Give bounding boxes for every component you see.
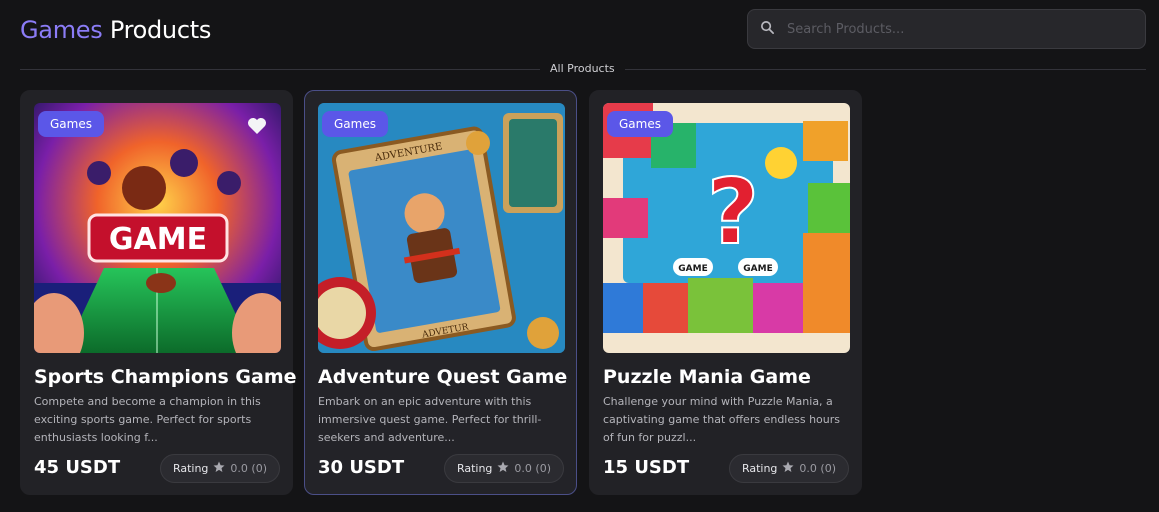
rating-label: Rating [172, 462, 209, 475]
question-mark: ? [707, 160, 759, 265]
section-label: All Products [540, 62, 625, 75]
search-input[interactable] [787, 21, 1107, 37]
star-icon [213, 461, 225, 476]
product-title[interactable]: Sports Champions Game [34, 366, 297, 388]
product-price: 45 USDT [34, 457, 121, 478]
product-title[interactable]: Puzzle Mania Game [603, 366, 811, 388]
star-icon [782, 461, 794, 476]
puzzle-label-left: GAME [678, 264, 707, 274]
product-card[interactable]: GAME Games Sports Champions Game Compete… [20, 90, 297, 495]
product-description: Compete and become a champion in this ex… [34, 395, 261, 444]
category-badge: Games [607, 111, 673, 137]
category-badge: Games [38, 111, 104, 137]
page-title-accent: Games [20, 16, 103, 44]
category-badge: Games [322, 111, 388, 137]
sports-game-art: GAME [34, 103, 281, 353]
star-icon [497, 461, 509, 476]
page-title-rest: Products [109, 16, 212, 44]
search-icon [760, 20, 775, 39]
favorite-heart-icon[interactable] [247, 117, 267, 135]
rating-pill: Rating 0.0 (0) [443, 454, 564, 483]
game-logo-text: GAME [109, 222, 207, 257]
rating-label: Rating [741, 462, 778, 475]
rating-value: 0.0 (0) [230, 462, 267, 475]
rating-pill: Rating 0.0 (0) [728, 454, 849, 483]
adventure-card-art: ADVENTURE ADVETUR [318, 103, 565, 353]
page-title: Games Products [20, 16, 211, 44]
product-price: 15 USDT [603, 457, 690, 478]
search-box[interactable] [747, 9, 1146, 49]
puzzle-art: ? GAME GAME [603, 103, 850, 353]
product-card[interactable]: ? GAME GAME Games Puzzle Mania Game Chal… [589, 90, 862, 495]
rating-value: 0.0 (0) [799, 462, 836, 475]
rating-pill: Rating 0.0 (0) [159, 454, 280, 483]
product-description: Embark on an epic adventure with this im… [318, 395, 542, 444]
product-title[interactable]: Adventure Quest Game [318, 366, 567, 388]
rating-value: 0.0 (0) [514, 462, 551, 475]
product-description: Challenge your mind with Puzzle Mania, a… [603, 395, 841, 444]
rating-label: Rating [456, 462, 493, 475]
puzzle-label-right: GAME [743, 264, 772, 274]
product-price: 30 USDT [318, 457, 405, 478]
product-card[interactable]: ADVENTURE ADVETUR Games Adventure Quest … [304, 90, 577, 495]
